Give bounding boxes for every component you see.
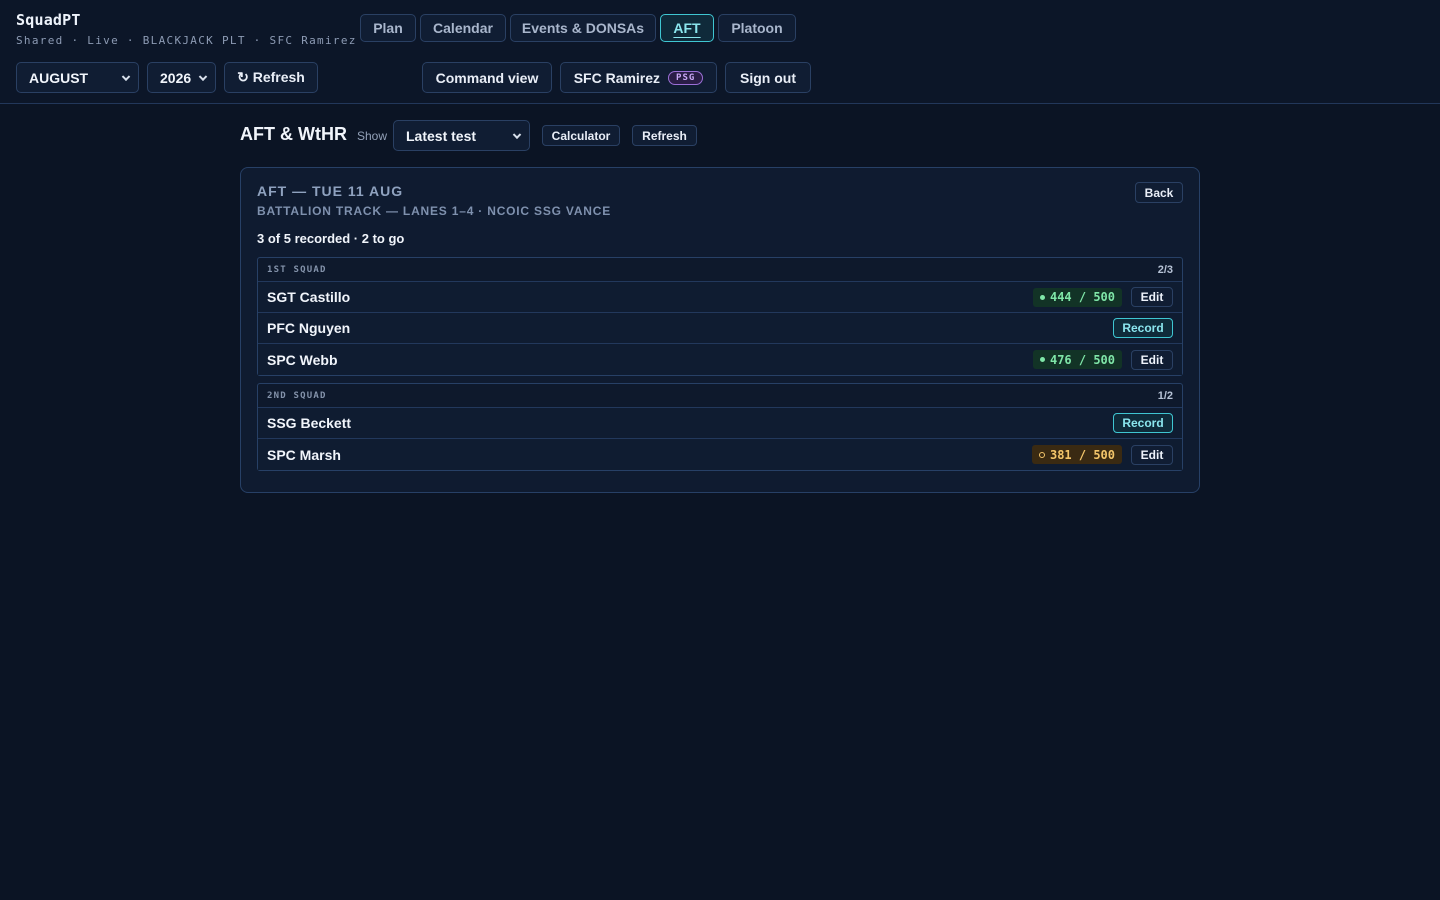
tab-calendar[interactable]: Calendar [420, 14, 506, 42]
soldier-row: SPC Webb 476 / 500 Edit [258, 344, 1182, 375]
back-button[interactable]: Back [1135, 182, 1183, 203]
page-refresh-button[interactable]: Refresh [632, 125, 697, 146]
squad-count: 2/3 [1157, 263, 1173, 276]
page-refresh-label: Refresh [642, 128, 687, 143]
tab-label: Platoon [731, 20, 783, 36]
calculator-label: Calculator [551, 128, 611, 143]
soldier-row: SGT Castillo 444 / 500 Edit [258, 282, 1182, 313]
tab-label: AFT [673, 20, 701, 36]
score-value: 381 / 500 [1049, 447, 1115, 462]
year-select[interactable]: 2026 [147, 62, 216, 93]
back-label: Back [1144, 185, 1174, 200]
show-label: Show [357, 129, 388, 143]
squad-1st: 1ST SQUAD 2/3 SGT Castillo 444 / 500 Edi… [257, 257, 1183, 376]
command-view-label: Command view [435, 69, 539, 86]
page-title: AFT & WtHR [240, 124, 347, 144]
tab-aft[interactable]: AFT [660, 14, 714, 42]
soldier-name: SSG Beckett [267, 415, 352, 431]
score-value: 476 / 500 [1049, 352, 1115, 367]
squad-header: 1ST SQUAD 2/3 [258, 258, 1182, 282]
edit-button[interactable]: Edit [1131, 444, 1173, 465]
chevron-down-icon [198, 72, 208, 81]
score-badge: 476 / 500 [1032, 350, 1122, 369]
soldier-row: SSG Beckett Record [258, 408, 1182, 439]
tab-plan[interactable]: Plan [360, 14, 416, 42]
score-badge: 381 / 500 [1031, 445, 1122, 464]
show-value: Latest test [406, 127, 477, 144]
app-title: SquadPT [16, 11, 81, 29]
refresh-button[interactable]: ↻ Refresh [224, 62, 318, 93]
month-value: AUGUST [29, 69, 89, 86]
chevron-down-icon [512, 130, 522, 139]
sign-out-button[interactable]: Sign out [725, 62, 811, 93]
refresh-label: ↻ Refresh [237, 69, 305, 85]
pass-dot-icon [1039, 357, 1045, 362]
score-value: 444 / 500 [1049, 290, 1115, 304]
squad-count: 1/2 [1157, 389, 1173, 402]
sign-out-label: Sign out [740, 69, 796, 86]
tab-platoon[interactable]: Platoon [718, 14, 796, 42]
month-select[interactable]: AUGUST [16, 62, 139, 93]
recorded-summary: 3 of 5 recorded · 2 to go [257, 231, 405, 246]
app-subtitle: Shared · Live · BLACKJACK PLT · SFC Rami… [16, 34, 357, 47]
soldier-row: SPC Marsh 381 / 500 Edit [258, 439, 1182, 470]
pass-dot-icon [1039, 294, 1045, 300]
show-select[interactable]: Latest test [393, 120, 530, 151]
year-value: 2026 [160, 69, 192, 86]
tab-label: Plan [373, 20, 403, 36]
role-badge: PSG [668, 70, 704, 85]
score-badge: 444 / 500 [1032, 287, 1122, 307]
event-title: AFT — TUE 11 AUG [257, 183, 404, 199]
chevron-down-icon [121, 72, 131, 81]
squad-2nd: 2ND SQUAD 1/2 SSG Beckett Record SPC Mar… [257, 383, 1183, 471]
record-button[interactable]: Record [1113, 318, 1173, 338]
user-name: SFC Ramirez [573, 69, 661, 86]
soldier-name: SPC Webb [267, 351, 338, 368]
brand: SquadPT Shared · Live · BLACKJACK PLT · … [16, 11, 357, 47]
user-menu-button[interactable]: SFC Ramirez PSG [560, 62, 717, 93]
soldier-name: SGT Castillo [267, 289, 351, 305]
record-button[interactable]: Record [1113, 413, 1173, 433]
edit-button[interactable]: Edit [1131, 349, 1173, 370]
command-view-button[interactable]: Command view [422, 62, 552, 93]
tab-label: Events & DONSAs [521, 20, 645, 36]
top-bar: SquadPT Shared · Live · BLACKJACK PLT · … [0, 0, 1440, 104]
event-subtitle: BATTALION TRACK — LANES 1–4 · NCOIC SSG … [257, 204, 612, 218]
tab-events-donsas[interactable]: Events & DONSAs [510, 14, 656, 42]
soldier-name: SPC Marsh [267, 446, 341, 463]
warning-ring-icon [1038, 451, 1045, 458]
soldier-name: PFC Nguyen [267, 320, 351, 336]
soldier-row: PFC Nguyen Record [258, 313, 1182, 344]
squad-name: 1ST SQUAD [267, 264, 327, 275]
tab-label: Calendar [433, 20, 493, 36]
squad-header: 2ND SQUAD 1/2 [258, 384, 1182, 408]
calculator-button[interactable]: Calculator [542, 125, 620, 146]
edit-button[interactable]: Edit [1131, 287, 1173, 307]
squad-name: 2ND SQUAD [267, 390, 327, 401]
aft-event-card: AFT — TUE 11 AUG BATTALION TRACK — LANES… [240, 167, 1200, 493]
